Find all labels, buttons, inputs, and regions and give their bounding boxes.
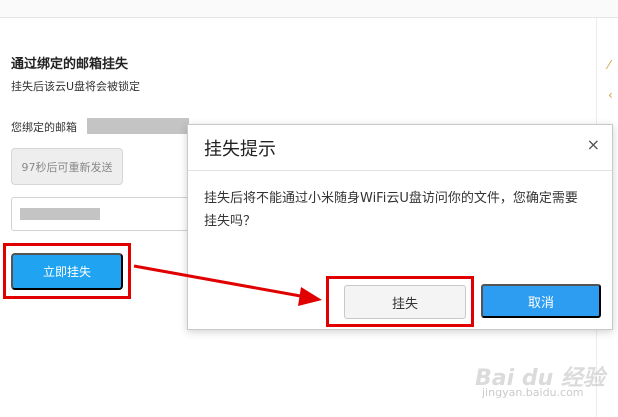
highlight-box-report	[3, 243, 131, 299]
dialog-title: 挂失提示	[204, 139, 276, 160]
email-redacted	[87, 118, 189, 134]
right-partial-content: ⁄ ‹	[608, 58, 613, 102]
section-subtitle: 挂失后该云U盘将会被锁定	[11, 80, 141, 93]
resend-button[interactable]: 97秒后可重新发送	[11, 148, 123, 185]
watermark-url: jingyan.baidu.com	[482, 386, 584, 399]
dialog-cancel-button[interactable]: 取消	[481, 284, 601, 318]
top-bar	[0, 0, 618, 18]
verification-code-input[interactable]	[11, 197, 191, 231]
close-icon[interactable]: ×	[587, 137, 600, 153]
email-label: 您绑定的邮箱	[11, 121, 77, 134]
dialog-divider	[188, 170, 612, 171]
highlight-box-confirm	[326, 276, 474, 327]
code-redacted	[20, 208, 100, 220]
section-title: 通过绑定的邮箱挂失	[11, 57, 129, 72]
dialog-message: 挂失后将不能通过小米随身WiFi云U盘访问你的文件，您确定需要挂失吗？	[204, 191, 578, 229]
